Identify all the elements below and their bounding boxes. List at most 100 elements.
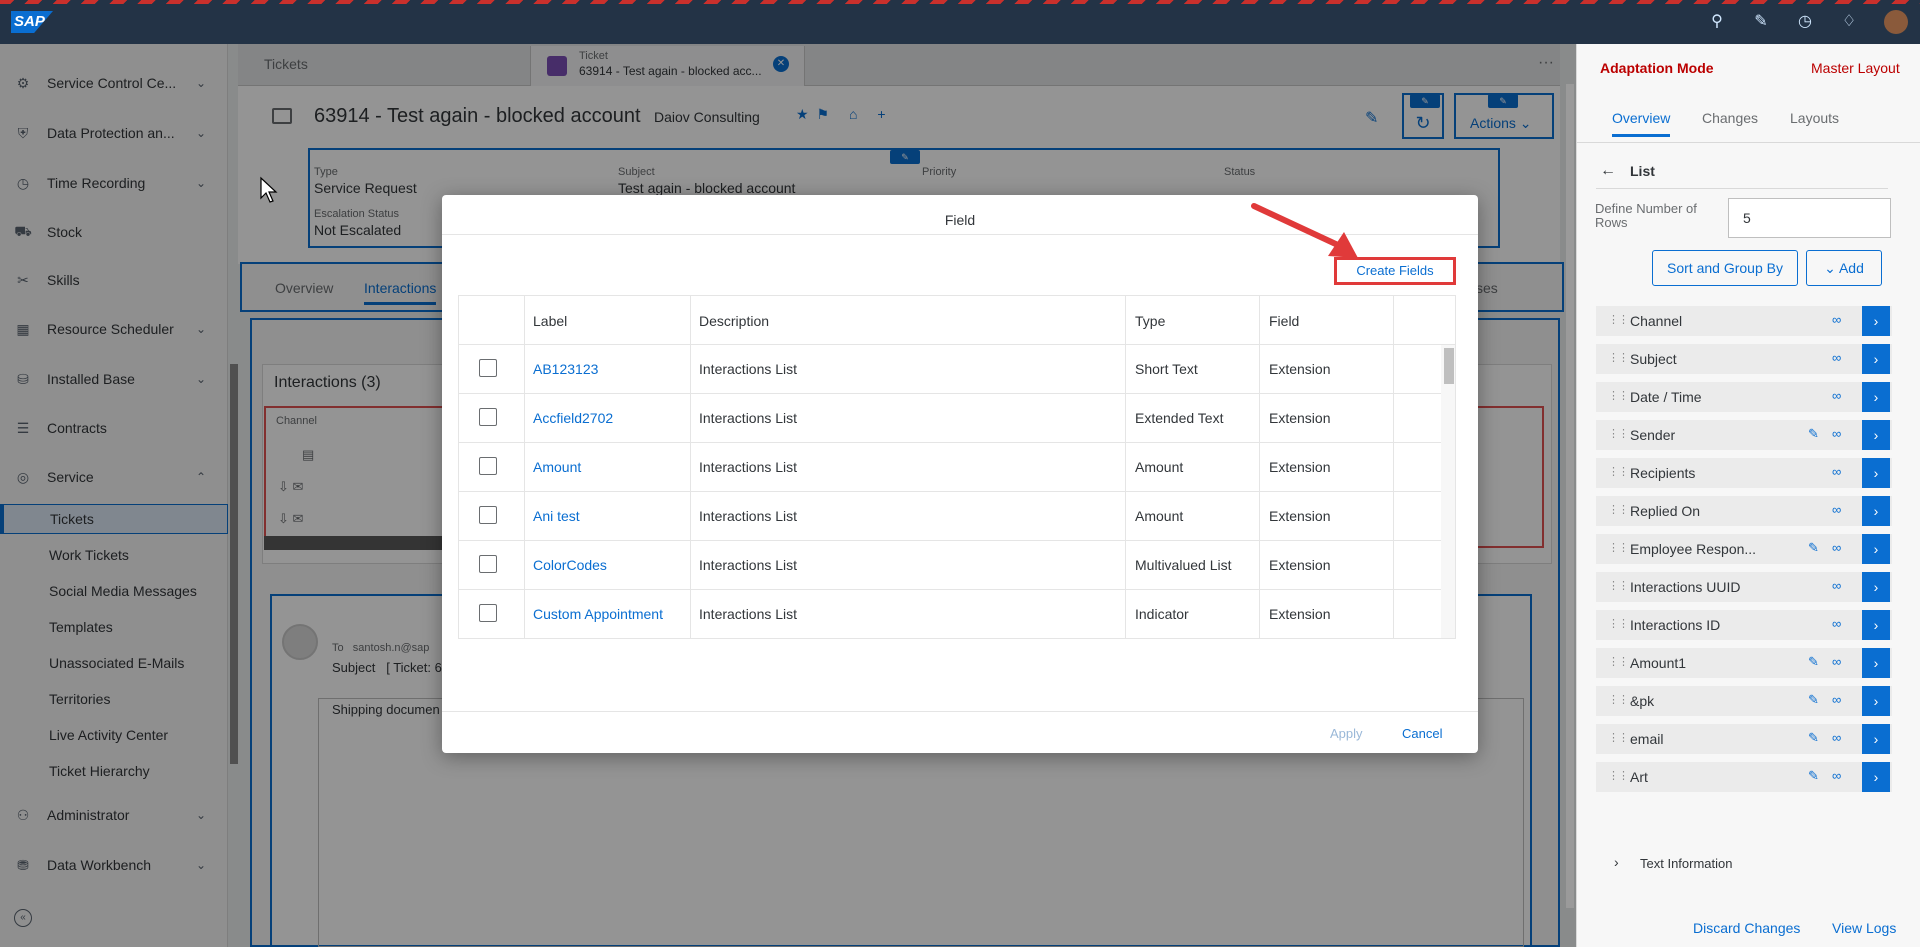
rows-input[interactable]: 5 (1728, 198, 1891, 238)
drag-handle-icon[interactable]: ⋮⋮ (1608, 465, 1629, 478)
master-layout-link[interactable]: Master Layout (1811, 60, 1900, 76)
table-row[interactable]: Amount Interactions List Amount Extension (459, 443, 1441, 492)
field-label-link[interactable]: Accfield2702 (533, 410, 613, 426)
drag-handle-icon[interactable]: ⋮⋮ (1608, 351, 1629, 364)
navigate-icon[interactable]: › (1862, 534, 1890, 564)
visibility-icon[interactable]: ∞ (1832, 312, 1841, 327)
back-arrow-icon[interactable]: ← (1600, 162, 1616, 180)
column-header-field[interactable]: Field (1269, 313, 1299, 329)
row-checkbox[interactable] (479, 359, 497, 377)
tab-rp-changes[interactable]: Changes (1702, 110, 1758, 126)
field-label-link[interactable]: AB123123 (533, 361, 598, 377)
view-logs-button[interactable]: View Logs (1832, 920, 1896, 936)
apply-button[interactable]: Apply (1330, 726, 1363, 741)
layout-field-row[interactable]: ⋮⋮ Interactions UUID ∞ › (1596, 572, 1892, 602)
navigate-icon[interactable]: › (1862, 572, 1890, 602)
feedback-icon[interactable]: ✎ (1751, 12, 1771, 32)
table-row[interactable]: Accfield2702 Interactions List Extended Te… (459, 394, 1441, 443)
layout-field-row[interactable]: ⋮⋮ Recipients ∞ › (1596, 458, 1892, 488)
drag-handle-icon[interactable]: ⋮⋮ (1608, 427, 1629, 440)
layout-field-row[interactable]: ⋮⋮ Subject ∞ › (1596, 344, 1892, 374)
column-header-description[interactable]: Description (699, 313, 769, 329)
notification-icon[interactable]: ♢ (1839, 12, 1859, 32)
edit-icon[interactable]: ✎ (1808, 426, 1819, 442)
visibility-icon[interactable]: ∞ (1832, 388, 1841, 403)
edit-icon[interactable]: ✎ (1808, 540, 1819, 556)
visibility-icon[interactable]: ∞ (1832, 692, 1841, 707)
user-avatar[interactable] (1884, 10, 1908, 34)
drag-handle-icon[interactable]: ⋮⋮ (1608, 579, 1629, 592)
column-header-label[interactable]: Label (533, 313, 567, 329)
tab-rp-layouts[interactable]: Layouts (1790, 110, 1839, 126)
visibility-icon[interactable]: ∞ (1832, 616, 1841, 631)
row-checkbox[interactable] (479, 506, 497, 524)
sort-group-button[interactable]: Sort and Group By (1652, 250, 1798, 286)
chevron-right-icon[interactable]: › (1614, 854, 1619, 870)
table-row[interactable]: Custom Appointment Interactions List Indic… (459, 590, 1441, 638)
navigate-icon[interactable]: › (1862, 686, 1890, 716)
table-row[interactable]: AB123123 Interactions List Short Text Exten… (459, 345, 1441, 394)
navigate-icon[interactable]: › (1862, 420, 1890, 450)
field-label-link[interactable]: Amount (533, 459, 581, 475)
visibility-icon[interactable]: ∞ (1832, 502, 1841, 517)
cancel-button[interactable]: Cancel (1402, 726, 1442, 741)
layout-field-row[interactable]: ⋮⋮ Art ✎ ∞ › (1596, 762, 1892, 792)
add-button[interactable]: ⌄ Add (1806, 250, 1882, 286)
navigate-icon[interactable]: › (1862, 610, 1890, 640)
layout-field-row[interactable]: ⋮⋮ &pk ✎ ∞ › (1596, 686, 1892, 716)
layout-field-row[interactable]: ⋮⋮ Interactions ID ∞ › (1596, 610, 1892, 640)
navigate-icon[interactable]: › (1862, 306, 1890, 336)
drag-handle-icon[interactable]: ⋮⋮ (1608, 313, 1629, 326)
edit-icon[interactable]: ✎ (1808, 692, 1819, 708)
column-header-type[interactable]: Type (1135, 313, 1165, 329)
table-row[interactable]: Ani test Interactions List Amount Extension (459, 492, 1441, 541)
main-scrollbar[interactable] (1566, 84, 1574, 908)
drag-handle-icon[interactable]: ⋮⋮ (1608, 389, 1629, 402)
row-checkbox[interactable] (479, 408, 497, 426)
layout-field-row[interactable]: ⋮⋮ Date / Time ∞ › (1596, 382, 1892, 412)
navigate-icon[interactable]: › (1862, 382, 1890, 412)
visibility-icon[interactable]: ∞ (1832, 464, 1841, 479)
layout-field-row[interactable]: ⋮⋮ Sender ✎ ∞ › (1596, 420, 1892, 450)
drag-handle-icon[interactable]: ⋮⋮ (1608, 617, 1629, 630)
drag-handle-icon[interactable]: ⋮⋮ (1608, 655, 1629, 668)
drag-handle-icon[interactable]: ⋮⋮ (1608, 693, 1629, 706)
history-icon[interactable]: ◷ (1795, 12, 1815, 32)
field-label-link[interactable]: ColorCodes (533, 557, 607, 573)
edit-icon[interactable]: ✎ (1808, 768, 1819, 784)
drag-handle-icon[interactable]: ⋮⋮ (1608, 541, 1629, 554)
layout-field-row[interactable]: ⋮⋮ Channel ∞ › (1596, 306, 1892, 336)
layout-field-row[interactable]: ⋮⋮ Employee Respon... ✎ ∞ › (1596, 534, 1892, 564)
navigate-icon[interactable]: › (1862, 458, 1890, 488)
visibility-icon[interactable]: ∞ (1832, 654, 1841, 669)
visibility-icon[interactable]: ∞ (1832, 426, 1841, 441)
field-label-link[interactable]: Ani test (533, 508, 580, 524)
drag-handle-icon[interactable]: ⋮⋮ (1608, 769, 1629, 782)
drag-handle-icon[interactable]: ⋮⋮ (1608, 731, 1629, 744)
layout-field-row[interactable]: ⋮⋮ Replied On ∞ › (1596, 496, 1892, 526)
edit-icon[interactable]: ✎ (1808, 730, 1819, 746)
navigate-icon[interactable]: › (1862, 344, 1890, 374)
visibility-icon[interactable]: ∞ (1832, 578, 1841, 593)
visibility-icon[interactable]: ∞ (1832, 540, 1841, 555)
table-row[interactable]: ColorCodes Interactions List Multivalued L… (459, 541, 1441, 590)
layout-field-row[interactable]: ⋮⋮ email ✎ ∞ › (1596, 724, 1892, 754)
row-checkbox[interactable] (479, 457, 497, 475)
layout-field-row[interactable]: ⋮⋮ Amount1 ✎ ∞ › (1596, 648, 1892, 678)
table-scrollbar-track[interactable] (1441, 345, 1455, 638)
text-information-section[interactable]: Text Information (1640, 856, 1733, 871)
edit-icon[interactable]: ✎ (1808, 654, 1819, 670)
table-scrollbar-thumb[interactable] (1444, 348, 1454, 384)
tab-rp-overview[interactable]: Overview (1612, 110, 1671, 137)
drag-handle-icon[interactable]: ⋮⋮ (1608, 503, 1629, 516)
visibility-icon[interactable]: ∞ (1832, 350, 1841, 365)
row-checkbox[interactable] (479, 555, 497, 573)
row-checkbox[interactable] (479, 604, 497, 622)
search-icon[interactable]: ⚲ (1707, 12, 1727, 32)
field-label-link[interactable]: Custom Appointment (533, 606, 663, 622)
navigate-icon[interactable]: › (1862, 762, 1890, 792)
discard-changes-button[interactable]: Discard Changes (1693, 920, 1800, 936)
visibility-icon[interactable]: ∞ (1832, 730, 1841, 745)
visibility-icon[interactable]: ∞ (1832, 768, 1841, 783)
navigate-icon[interactable]: › (1862, 648, 1890, 678)
